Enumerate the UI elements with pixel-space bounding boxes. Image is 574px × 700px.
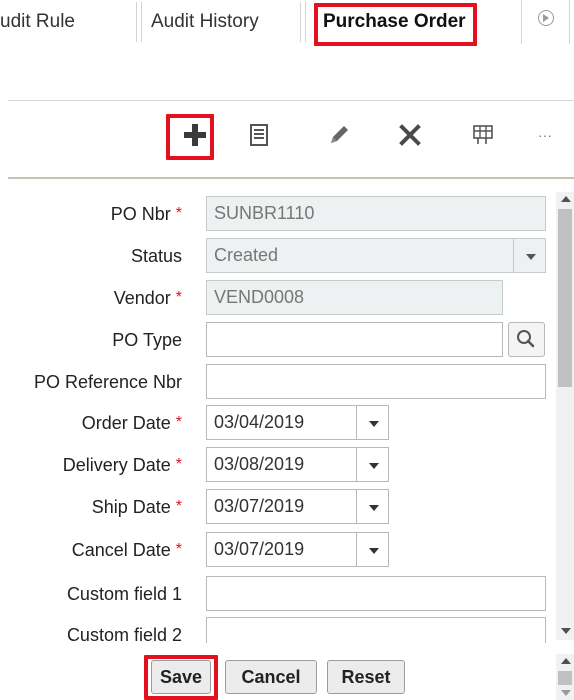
- order-date-field[interactable]: 03/04/2019: [206, 405, 357, 440]
- tab-separator: [569, 0, 570, 44]
- vendor-row: Vendor * VEND0008: [0, 280, 556, 316]
- delivery-date-label: Delivery Date *: [62, 454, 182, 475]
- custom-field-1-input[interactable]: [206, 576, 546, 611]
- cancel-date-picker-button[interactable]: [356, 532, 389, 567]
- ship-date-label: Ship Date *: [91, 496, 182, 517]
- po-nbr-row: PO Nbr * SUNBR1110: [0, 196, 556, 232]
- vendor-field[interactable]: VEND0008: [206, 280, 503, 315]
- order-date-label: Order Date *: [81, 412, 182, 433]
- po-nbr-field[interactable]: SUNBR1110: [206, 196, 546, 231]
- delete-button[interactable]: [393, 118, 427, 152]
- scroll-up-icon[interactable]: [561, 196, 571, 202]
- po-reference-label: PO Reference Nbr: [33, 371, 182, 392]
- required-mark: *: [175, 498, 182, 515]
- po-type-label: PO Type: [112, 329, 182, 350]
- chevron-down-icon: [369, 421, 379, 427]
- po-reference-row: PO Reference Nbr: [0, 364, 556, 400]
- ship-date-row: Ship Date * 03/07/2019: [0, 489, 556, 525]
- required-mark: *: [175, 414, 182, 431]
- custom-field-2-label: Custom field 2: [66, 624, 182, 644]
- order-date-picker-button[interactable]: [356, 405, 389, 440]
- details-button[interactable]: [242, 118, 276, 152]
- cancel-date-label: Cancel Date *: [71, 539, 182, 560]
- tab-audit-rule[interactable]: udit Rule: [0, 0, 75, 44]
- edit-button[interactable]: [322, 118, 356, 152]
- order-date-row: Order Date * 03/04/2019: [0, 405, 556, 441]
- po-type-search-button[interactable]: [508, 322, 545, 357]
- cancel-button[interactable]: Cancel: [225, 660, 317, 694]
- ship-date-field[interactable]: 03/07/2019: [206, 489, 357, 524]
- required-mark: *: [175, 289, 182, 306]
- ship-date-picker-button[interactable]: [356, 489, 389, 524]
- scroll-down-icon[interactable]: [561, 690, 571, 696]
- required-mark: *: [175, 541, 182, 558]
- chevron-down-icon: [526, 254, 536, 260]
- custom-field-1-row: Custom field 1: [0, 576, 556, 612]
- divider: [8, 100, 574, 101]
- purchase-order-form: PO Nbr * SUNBR1110 Status Created Vendor *…: [0, 180, 556, 643]
- play-circle-icon: [538, 10, 554, 26]
- reset-button[interactable]: Reset: [327, 660, 405, 694]
- delivery-date-row: Delivery Date * 03/08/2019: [0, 447, 556, 483]
- tab-label: Audit History: [151, 11, 259, 32]
- tab-label: udit Rule: [0, 11, 75, 32]
- custom-field-2-row: Custom field 2: [0, 617, 556, 643]
- close-icon: [399, 124, 421, 146]
- tab-scroll-button[interactable]: [521, 0, 574, 44]
- highlight-box: [166, 114, 214, 160]
- po-type-field[interactable]: [206, 322, 503, 357]
- form-scrollbar[interactable]: [556, 192, 574, 640]
- custom-field-2-input[interactable]: [206, 617, 546, 643]
- page-scrollbar[interactable]: [556, 654, 574, 700]
- highlight-box: [144, 655, 218, 700]
- delivery-date-field[interactable]: 03/08/2019: [206, 447, 357, 482]
- status-row: Status Created: [0, 238, 556, 274]
- po-type-row: PO Type: [0, 322, 556, 358]
- table-icon: [473, 125, 493, 144]
- search-icon: [517, 330, 535, 348]
- grid-button[interactable]: [466, 118, 500, 152]
- cancel-date-row: Cancel Date * 03/07/2019: [0, 532, 556, 568]
- po-nbr-label: PO Nbr *: [110, 203, 182, 224]
- status-dropdown-button[interactable]: [513, 238, 546, 273]
- cancel-date-field[interactable]: 03/07/2019: [206, 532, 357, 567]
- divider: [8, 177, 574, 179]
- tab-audit-history[interactable]: Audit History: [151, 0, 259, 44]
- chevron-down-icon: [369, 548, 379, 554]
- required-mark: *: [175, 205, 182, 222]
- scrollbar-thumb[interactable]: [558, 671, 572, 685]
- tab-bar: udit Rule Audit History Purchase Order: [0, 0, 574, 46]
- pencil-icon: [331, 126, 348, 143]
- status-select[interactable]: Created: [206, 238, 514, 273]
- more-icon: ···: [538, 127, 552, 143]
- highlight-box: [314, 3, 477, 46]
- status-label: Status: [130, 245, 182, 266]
- delivery-date-picker-button[interactable]: [356, 447, 389, 482]
- chevron-down-icon: [369, 505, 379, 511]
- more-button[interactable]: ···: [528, 118, 562, 152]
- chevron-down-icon: [369, 463, 379, 469]
- scrollbar-thumb[interactable]: [558, 209, 572, 387]
- po-reference-field[interactable]: [206, 364, 546, 399]
- vendor-label: Vendor *: [113, 287, 182, 308]
- custom-field-1-label: Custom field 1: [66, 583, 182, 604]
- required-mark: *: [175, 456, 182, 473]
- scroll-up-icon[interactable]: [561, 658, 571, 664]
- tab-separator: [300, 2, 306, 42]
- tab-separator: [136, 2, 142, 42]
- list-icon: [250, 124, 268, 146]
- scroll-down-icon[interactable]: [561, 628, 571, 634]
